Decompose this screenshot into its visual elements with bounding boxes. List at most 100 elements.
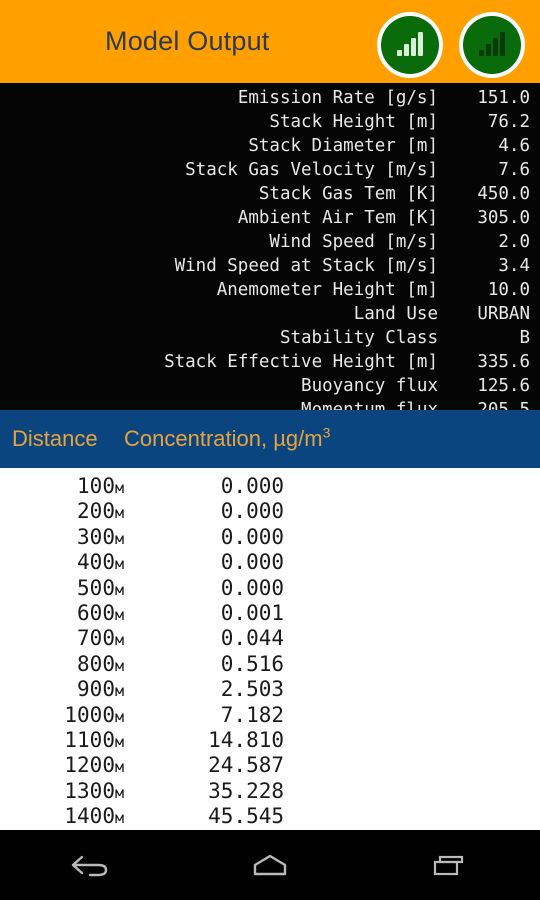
cell-distance: 500м — [0, 576, 124, 600]
parameter-row: Ambient Air Tem [K] 305.0 — [0, 208, 540, 232]
parameter-value: 151.0 — [477, 88, 530, 108]
parameter-label: Stack Height [m] — [269, 112, 438, 132]
distance-unit: м — [114, 656, 124, 675]
cell-concentration: 0.000 — [220, 474, 284, 498]
back-arrow-icon — [71, 855, 108, 877]
column-header-concentration: Concentration, µg/m3 — [124, 426, 330, 452]
concentration-exponent: 3 — [322, 424, 331, 441]
parameter-label: Land Use — [353, 304, 438, 324]
parameter-value: URBAN — [477, 304, 530, 324]
bar-chart-icon — [381, 16, 439, 74]
bar-chart-icon — [463, 16, 521, 74]
table-row[interactable]: 700м 0.044 — [0, 626, 540, 651]
parameter-value: 335.6 — [477, 352, 530, 372]
cell-concentration: 0.516 — [220, 651, 284, 676]
table-row[interactable]: 400м 0.000 — [0, 550, 540, 575]
distance-unit: м — [114, 758, 124, 777]
parameter-label: Anemometer Height [m] — [216, 280, 438, 300]
parameter-value: 4.6 — [498, 136, 530, 156]
parameter-value: 125.6 — [477, 376, 530, 396]
cell-concentration: 0.001 — [220, 600, 284, 625]
table-row[interactable]: 1200м 24.587 — [0, 753, 540, 778]
table-row[interactable]: 500м 0.000 — [0, 576, 540, 601]
parameter-summary-panel: Emission Rate [g/s] 151.0 Stack Height [m]… — [0, 83, 540, 420]
android-navigation-bar — [0, 830, 540, 900]
distance-unit: м — [114, 555, 124, 574]
parameter-value: B — [519, 328, 530, 348]
distance-value: 600 — [77, 600, 115, 625]
cell-concentration: 0.000 — [220, 575, 284, 600]
parameter-value: 3.4 — [498, 256, 530, 276]
parameter-row: Land Use URBAN — [0, 304, 540, 328]
parameter-row: Stack Height [m] 76.2 — [0, 112, 540, 136]
table-row[interactable]: 600м 0.001 — [0, 601, 540, 626]
distance-unit: м — [114, 479, 124, 497]
parameter-label: Stack Diameter [m] — [248, 136, 438, 156]
distance-value: 700 — [77, 626, 115, 651]
distance-value: 1200 — [64, 753, 115, 778]
table-row[interactable]: 300м 0.000 — [0, 525, 540, 550]
parameter-value: 76.2 — [487, 112, 530, 132]
parameter-label: Stack Gas Tem [K] — [258, 184, 438, 204]
distance-unit: м — [114, 529, 124, 548]
table-row[interactable]: 1100м 14.810 — [0, 728, 540, 753]
parameter-label: Wind Speed at Stack [m/s] — [174, 256, 438, 276]
distance-value: 400 — [77, 550, 115, 575]
cell-distance: 200м — [0, 499, 124, 523]
distance-value: 300 — [77, 524, 115, 549]
distance-value: 800 — [77, 651, 115, 676]
page-title: Model Output — [105, 26, 270, 56]
distance-unit: м — [114, 504, 124, 523]
app-screen: Model Output Emission Rate [g/s] 151.0 Sta… — [0, 0, 540, 900]
parameter-row: Wind Speed at Stack [m/s] 3.4 — [0, 256, 540, 280]
cell-distance: 1300м — [0, 779, 124, 803]
parameter-label: Stack Effective Height [m] — [164, 352, 438, 372]
cell-concentration: 45.545 — [208, 804, 284, 829]
distance-unit: м — [114, 631, 124, 650]
table-row[interactable]: 1000м 7.182 — [0, 703, 540, 728]
table-row[interactable]: 1400м 45.545 — [0, 804, 540, 829]
home-icon — [253, 854, 287, 876]
cell-distance: 600м — [0, 601, 124, 625]
cell-distance: 900м — [0, 677, 124, 701]
distance-value: 100 — [77, 474, 115, 498]
chart-view-button-alt[interactable] — [459, 12, 525, 78]
cell-distance: 1000м — [0, 703, 124, 727]
chart-view-button[interactable] — [377, 12, 443, 78]
cell-concentration: 0.000 — [220, 550, 284, 575]
cell-concentration: 14.810 — [208, 727, 284, 752]
cell-distance: 1400м — [0, 804, 124, 828]
distance-value: 1300 — [64, 778, 115, 803]
parameter-row: Stack Gas Tem [K] 450.0 — [0, 184, 540, 208]
distance-value: 200 — [77, 499, 115, 524]
app-header: Model Output — [0, 0, 540, 83]
distance-value: 500 — [77, 575, 115, 600]
results-table-body[interactable]: 100м 0.000 200м 0.000 300м 0.000 400м 0.000 500м… — [0, 468, 540, 830]
cell-concentration: 35.228 — [208, 778, 284, 803]
cell-concentration: 0.044 — [220, 626, 284, 651]
nav-recents-button[interactable] — [390, 830, 510, 900]
parameter-row: Stack Gas Velocity [m/s] 7.6 — [0, 160, 540, 184]
distance-unit: м — [114, 580, 124, 599]
parameter-label: Ambient Air Tem [K] — [237, 208, 438, 228]
distance-value: 1000 — [64, 702, 115, 727]
table-row[interactable]: 100м 0.000 — [0, 474, 540, 499]
cell-concentration: 24.587 — [208, 753, 284, 778]
cell-distance: 400м — [0, 550, 124, 574]
cell-distance: 1200м — [0, 753, 124, 777]
table-row[interactable]: 900м 2.503 — [0, 677, 540, 702]
distance-unit: м — [114, 707, 124, 726]
cell-concentration: 0.000 — [220, 499, 284, 524]
parameter-row: Stack Diameter [m] 4.6 — [0, 136, 540, 160]
table-row[interactable]: 1300м 35.228 — [0, 779, 540, 804]
parameter-label: Stack Gas Velocity [m/s] — [185, 160, 438, 180]
cell-concentration: 7.182 — [220, 702, 284, 727]
parameter-value: 7.6 — [498, 160, 530, 180]
distance-value: 900 — [77, 677, 115, 702]
cell-distance: 800м — [0, 652, 124, 676]
nav-back-button[interactable] — [30, 830, 150, 900]
parameter-row: Stack Effective Height [m] 335.6 — [0, 352, 540, 376]
nav-home-button[interactable] — [210, 830, 330, 900]
table-row[interactable]: 800м 0.516 — [0, 652, 540, 677]
table-row[interactable]: 200м 0.000 — [0, 499, 540, 524]
